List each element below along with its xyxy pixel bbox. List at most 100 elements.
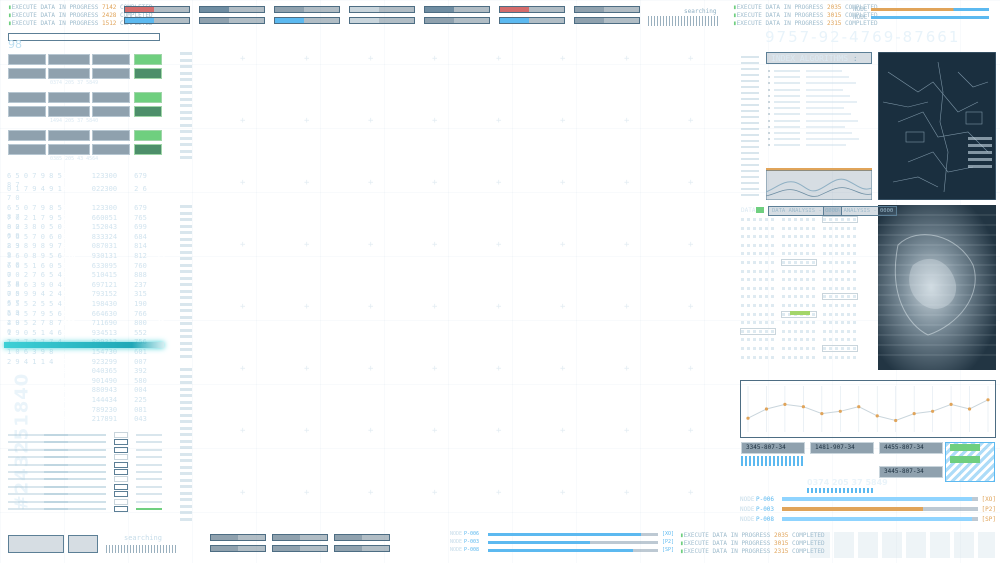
tiny-marker xyxy=(180,52,192,55)
watermark: Adobe Stock xyxy=(176,22,347,148)
index-code xyxy=(806,113,851,116)
node-id: P-006 xyxy=(755,495,775,503)
top-widget xyxy=(349,6,415,13)
chart-point xyxy=(875,414,879,418)
digit-cell xyxy=(741,312,775,316)
tiny-marker xyxy=(180,439,192,443)
table-row: 919 040365 392 91 xyxy=(7,367,165,376)
right-tick xyxy=(741,134,759,136)
node-progress-track xyxy=(781,497,978,501)
plus-marker: + xyxy=(688,116,694,126)
node-code: [XO] xyxy=(662,531,675,537)
index-code xyxy=(806,88,843,91)
top-widget xyxy=(349,17,415,24)
tiny-marker xyxy=(180,289,192,293)
tiny-marker xyxy=(180,302,192,306)
digit-highlight xyxy=(822,216,858,223)
plus-marker: + xyxy=(304,240,310,250)
stripe-module: 1481-907-34 xyxy=(810,442,874,454)
lower-row-cell xyxy=(114,483,128,490)
index-panel-title: INDEX ALGORITHMS xyxy=(771,54,849,63)
group-box xyxy=(48,106,90,117)
table-cell: 54 xyxy=(156,405,165,414)
table-cell: 043 xyxy=(134,415,147,424)
plus-marker: + xyxy=(304,178,310,188)
tiny-marker xyxy=(180,400,192,404)
digit-cell xyxy=(782,355,816,359)
node-label: NODE xyxy=(450,539,463,545)
node-label: NODE xyxy=(740,505,755,513)
plus-marker: + xyxy=(432,302,438,312)
wave-graph xyxy=(766,170,872,200)
digit-cell xyxy=(782,347,816,350)
plus-marker: + xyxy=(240,54,246,64)
node-code: [SP] xyxy=(662,547,675,553)
plus-marker: + xyxy=(560,54,566,64)
table-cell: 2 9 4 1 1 4 xyxy=(7,357,54,366)
map-panel xyxy=(878,52,996,200)
plus-marker: + xyxy=(368,302,374,312)
top-status-bar: ▮ EXECUTE DATA IN PROGRESS 7142 COMPLETE… xyxy=(8,4,998,30)
tiny-marker xyxy=(180,97,192,101)
tiny-marker xyxy=(180,211,192,215)
group-box xyxy=(92,130,130,141)
chart-point xyxy=(967,407,972,411)
chart-point xyxy=(746,416,750,420)
tiny-marker xyxy=(180,231,192,234)
index-name xyxy=(774,94,800,97)
plus-marker: + xyxy=(624,302,630,312)
tiny-marker xyxy=(180,517,192,521)
index-bullet xyxy=(768,70,770,73)
group-box xyxy=(92,144,130,155)
plus-marker: + xyxy=(624,426,630,436)
group-box xyxy=(48,92,90,103)
tiny-marker xyxy=(180,71,192,75)
chart-point xyxy=(949,402,953,406)
index-code xyxy=(806,101,857,104)
lower-row-line xyxy=(136,456,162,459)
lower-row-line xyxy=(136,441,162,444)
data-green-marker xyxy=(790,311,810,315)
bottom-left-spectrum xyxy=(106,545,176,553)
table-cell xyxy=(7,377,63,386)
table-cell xyxy=(7,396,63,405)
tiny-marker xyxy=(180,465,192,469)
tiny-marker xyxy=(180,257,192,260)
index-bullet xyxy=(768,138,770,141)
right-tick xyxy=(741,86,759,88)
group-box xyxy=(92,54,130,65)
table-cell: 789230 xyxy=(91,405,118,414)
table-cell: 91 xyxy=(156,367,165,376)
tiny-marker xyxy=(180,84,192,88)
plus-marker: + xyxy=(560,364,566,374)
digit-cell xyxy=(823,269,857,273)
digit-cell xyxy=(782,226,816,230)
index-name xyxy=(774,113,800,116)
right-node-list: NODE P-006 [XO] NODE P-003 [P2] NODE P-008 [SP] xyxy=(740,494,996,524)
lower-row-line xyxy=(136,478,162,481)
group-box xyxy=(48,130,90,141)
plus-marker: + xyxy=(240,240,246,250)
right-tick xyxy=(741,68,759,70)
bottom-widget xyxy=(334,545,390,552)
digit-cell xyxy=(741,321,775,325)
plus-marker: + xyxy=(432,116,438,126)
plus-marker: + xyxy=(496,240,502,250)
tiny-marker xyxy=(180,117,192,120)
group-status xyxy=(134,106,162,117)
plus-marker: + xyxy=(688,364,694,374)
top-widget xyxy=(274,6,340,13)
node-progress-track xyxy=(488,532,658,536)
table-cell: 154730 xyxy=(91,348,118,356)
right-tick xyxy=(741,98,759,100)
tiny-marker xyxy=(180,237,192,241)
tiny-marker xyxy=(180,130,192,133)
top-widget xyxy=(499,6,565,13)
index-name xyxy=(774,138,800,141)
plus-marker: + xyxy=(496,488,502,498)
index-panel-header: INDEX ALGORITHMS : xyxy=(766,52,872,64)
plus-marker: + xyxy=(240,302,246,312)
table-cell: 243 xyxy=(62,348,76,356)
lower-row-cell xyxy=(114,498,128,505)
lower-row-line xyxy=(44,441,106,444)
